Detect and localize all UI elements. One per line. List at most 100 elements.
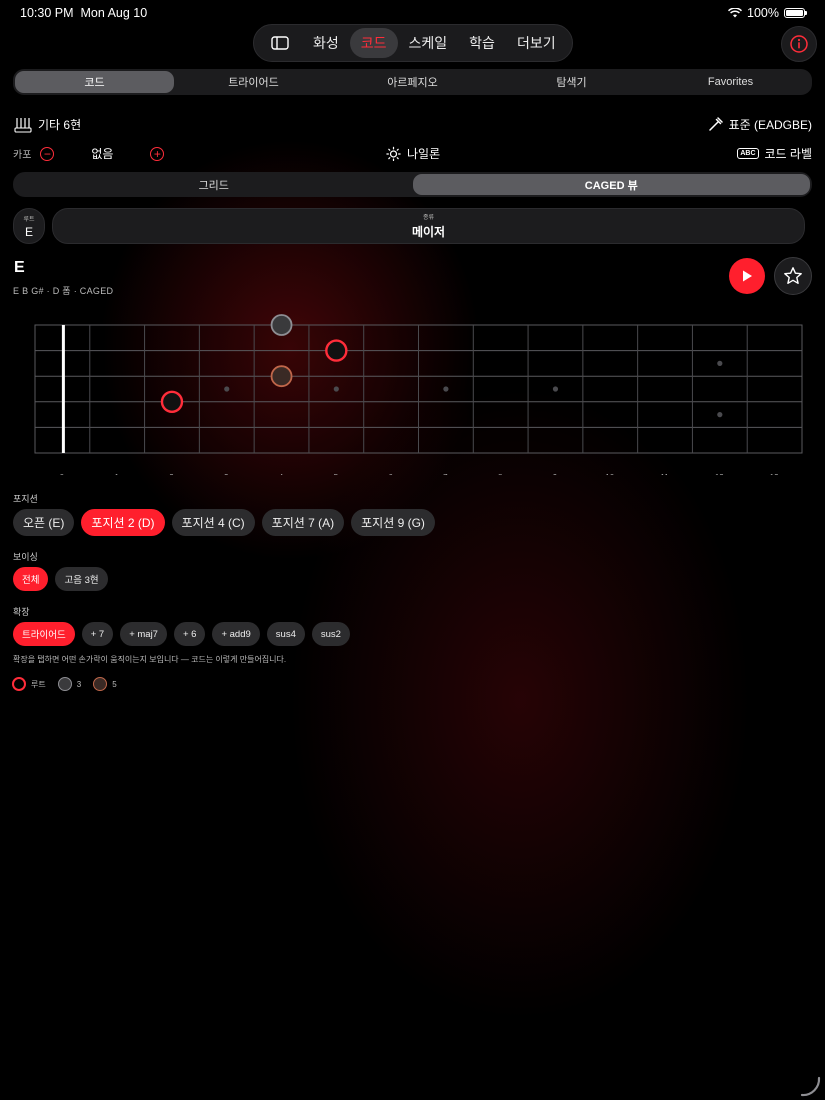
fret-number: 7 xyxy=(443,473,448,475)
position-chip[interactable]: 포지션 9 (G) xyxy=(351,509,435,536)
note-legend: 루트 3 5 xyxy=(12,677,117,691)
fret-number: 3 xyxy=(224,473,229,475)
legend-third-swatch xyxy=(57,677,72,691)
nav-tab-chords[interactable]: 코드 xyxy=(349,28,398,58)
quality-label: 종류 xyxy=(422,215,435,221)
fret-inlay xyxy=(717,412,723,418)
fret-number: 6 xyxy=(388,473,393,475)
legend-item-root: 루트 xyxy=(12,677,46,691)
capo-value: 없음 xyxy=(91,147,114,161)
fret-number: 1 xyxy=(114,473,119,475)
capo-label: 카포 xyxy=(13,150,32,161)
extension-chip[interactable]: sus4 xyxy=(266,622,305,646)
extension-chip[interactable]: sus2 xyxy=(311,622,350,646)
legend-item-fifth: 5 xyxy=(93,677,117,691)
voicing-chip[interactable]: 고음 3현 xyxy=(55,567,108,591)
guitar-strings-icon xyxy=(14,117,32,133)
status-time-date: 10:30 PM Mon Aug 10 xyxy=(20,6,147,20)
extension-chip[interactable]: + maj7 xyxy=(120,622,167,646)
extension-chip[interactable]: + 6 xyxy=(173,622,206,646)
nav-tab-learn[interactable]: 학습 xyxy=(458,28,506,58)
extension-chip[interactable]: + add9 xyxy=(212,622,260,646)
instrument-name: 기타 6현 xyxy=(38,118,82,132)
nav-tab-harmony[interactable]: 화성 xyxy=(302,28,350,58)
fretboard[interactable]: 012345678910111213 xyxy=(0,310,825,475)
legend-item-third: 3 xyxy=(57,677,82,691)
subtab-arpeggio[interactable]: 아르페지오 xyxy=(333,71,492,93)
voicing-chip[interactable]: 전체 xyxy=(13,567,49,591)
subtab-explorer[interactable]: 탐색기 xyxy=(492,71,651,93)
tuning-label: 표준 (EADGBE) xyxy=(728,118,812,132)
view-grid-tab[interactable]: 그리드 xyxy=(15,174,413,195)
background-glow xyxy=(0,0,825,1100)
position-chip[interactable]: 오픈 (E) xyxy=(13,509,75,536)
info-button[interactable] xyxy=(781,26,817,62)
view-caged-tab[interactable]: CAGED 뷰 xyxy=(412,174,810,195)
sidebar-toggle-button[interactable] xyxy=(258,28,302,58)
legend-root-swatch xyxy=(12,677,26,691)
root-selector[interactable]: 루트 E xyxy=(13,208,45,244)
fret-number: 10 xyxy=(605,473,614,475)
note-marker-third[interactable] xyxy=(270,314,293,336)
fret-number: 8 xyxy=(498,473,503,475)
wifi-icon xyxy=(728,8,743,18)
extensions-label: 확장 xyxy=(13,607,30,617)
view-toggle: 그리드 CAGED 뷰 xyxy=(13,172,812,197)
fret-inlay xyxy=(717,360,723,366)
string-type-label: 나일론 xyxy=(407,147,441,161)
note-marker-root[interactable] xyxy=(325,339,348,362)
instrument-selector[interactable]: 기타 6현 xyxy=(14,116,81,133)
top-navigation: 화성 코드 스케일 학습 더보기 xyxy=(253,24,573,62)
extensions-hint: 확장을 탭하면 어떤 손가락이 움직이는지 보입니다 — 코드는 이렇게 만들어… xyxy=(13,655,287,664)
extension-chip[interactable]: 트라이어드 xyxy=(13,622,75,646)
position-chips: 오픈 (E) 포지션 2 (D) 포지션 4 (C) 포지션 7 (A) 포지션… xyxy=(13,509,435,536)
position-chip[interactable]: 포지션 4 (C) xyxy=(171,509,255,536)
position-chip[interactable]: 포지션 7 (A) xyxy=(261,509,345,536)
chord-label-toggle[interactable]: ABC 코드 라벨 xyxy=(737,145,812,162)
root-label: 루트 xyxy=(23,216,35,223)
resize-handle[interactable] xyxy=(798,1074,822,1098)
subtab-favorites[interactable]: Favorites xyxy=(651,71,810,93)
status-right: 100% xyxy=(728,6,807,20)
string-type-selector[interactable]: 나일론 xyxy=(386,145,440,162)
legend-fifth-label: 5 xyxy=(112,679,117,689)
abc-icon: ABC xyxy=(737,148,759,159)
voicing-chips: 전체 고음 3현 xyxy=(13,567,108,591)
nav-tab-scales[interactable]: 스케일 xyxy=(398,28,459,58)
quality-value: 메이저 xyxy=(411,225,446,239)
positions-label: 포지션 xyxy=(13,494,38,504)
capo-increase-button[interactable]: + xyxy=(150,146,165,161)
nav-tab-more[interactable]: 더보기 xyxy=(506,28,567,58)
extension-chip[interactable]: + 7 xyxy=(81,622,114,646)
position-chip[interactable]: 포지션 2 (D) xyxy=(81,509,165,536)
fret-number: 12 xyxy=(715,473,724,475)
fret-inlay xyxy=(224,386,230,392)
root-value: E xyxy=(24,224,33,239)
quality-selector[interactable]: 종류 메이저 xyxy=(52,208,805,244)
sun-icon xyxy=(386,146,401,161)
play-button[interactable] xyxy=(729,258,765,294)
legend-root-label: 루트 xyxy=(31,679,46,689)
legend-third-label: 3 xyxy=(76,679,82,689)
subtab-chords[interactable]: 코드 xyxy=(15,71,174,93)
chord-notes: E B G# · D 폼 · CAGED xyxy=(13,286,114,296)
info-icon xyxy=(790,35,808,53)
fret-number: 2 xyxy=(169,473,174,475)
fret-inlay xyxy=(333,386,339,392)
voicing-label: 보이싱 xyxy=(13,552,38,562)
tuning-selector[interactable]: 표준 (EADGBE) xyxy=(708,116,812,133)
note-marker-root[interactable] xyxy=(160,390,184,414)
subtab-triads[interactable]: 트라이어드 xyxy=(174,71,333,93)
status-bar: 10:30 PM Mon Aug 10 100% xyxy=(0,0,825,26)
chord-name: E xyxy=(14,259,25,276)
play-icon xyxy=(743,270,752,282)
note-marker-fifth[interactable] xyxy=(270,365,293,388)
fret-number: 13 xyxy=(770,473,779,475)
capo-decrease-button[interactable]: − xyxy=(40,146,55,161)
fret-number: 11 xyxy=(660,473,669,475)
battery-icon xyxy=(784,8,807,18)
sidebar-icon xyxy=(271,36,289,50)
status-date: Mon Aug 10 xyxy=(80,6,148,20)
tuning-fork-icon xyxy=(708,117,723,131)
favorite-button[interactable] xyxy=(774,257,812,295)
